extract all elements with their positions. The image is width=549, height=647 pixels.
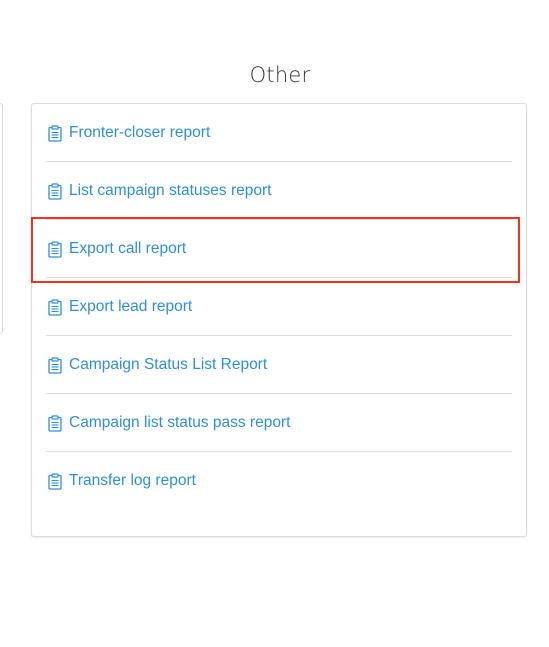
clipboard-icon <box>48 414 62 432</box>
fronter-closer-report-link[interactable]: Fronter-closer report <box>46 124 210 142</box>
report-label: Transfer log report <box>69 472 196 489</box>
clipboard-icon <box>48 298 62 316</box>
transfer-log-report-link[interactable]: Transfer log report <box>46 472 196 490</box>
clipboard-icon <box>48 473 62 490</box>
list-item: Fronter-closer report <box>46 104 512 162</box>
campaign-status-list-report-link[interactable]: Campaign Status List Report <box>46 356 267 374</box>
clipboard-icon <box>48 182 62 200</box>
other-reports-card: Fronter-closer report List campaign stat… <box>31 103 527 537</box>
section-title: Other <box>249 63 311 87</box>
list-item: Transfer log report <box>46 452 512 510</box>
campaign-list-status-pass-report-link[interactable]: Campaign list status pass report <box>46 414 290 432</box>
clipboard-icon <box>48 356 62 374</box>
report-label: Campaign Status List Report <box>69 355 268 373</box>
adjacent-panel-edge <box>0 103 3 334</box>
report-label: List campaign statuses report <box>69 181 272 199</box>
clipboard-icon <box>48 124 62 142</box>
export-lead-report-link[interactable]: Export lead report <box>46 298 192 316</box>
report-label: Campaign list status pass report <box>69 413 291 431</box>
report-list: Fronter-closer report List campaign stat… <box>32 104 526 510</box>
list-campaign-statuses-report-link[interactable]: List campaign statuses report <box>46 182 271 200</box>
report-label: Export lead report <box>69 297 193 315</box>
report-label: Export call report <box>69 239 187 257</box>
report-label: Fronter-closer report <box>69 123 211 141</box>
reports-page: Other Fronter-closer report List campaig… <box>0 0 549 647</box>
list-item: Campaign list status pass report <box>46 394 512 452</box>
clipboard-icon <box>48 240 62 258</box>
list-item: List campaign statuses report <box>46 162 512 220</box>
list-item: Campaign Status List Report <box>46 336 512 394</box>
export-call-report-link[interactable]: Export call report <box>46 240 186 258</box>
list-item: Export call report <box>46 220 512 278</box>
list-item: Export lead report <box>46 278 512 336</box>
